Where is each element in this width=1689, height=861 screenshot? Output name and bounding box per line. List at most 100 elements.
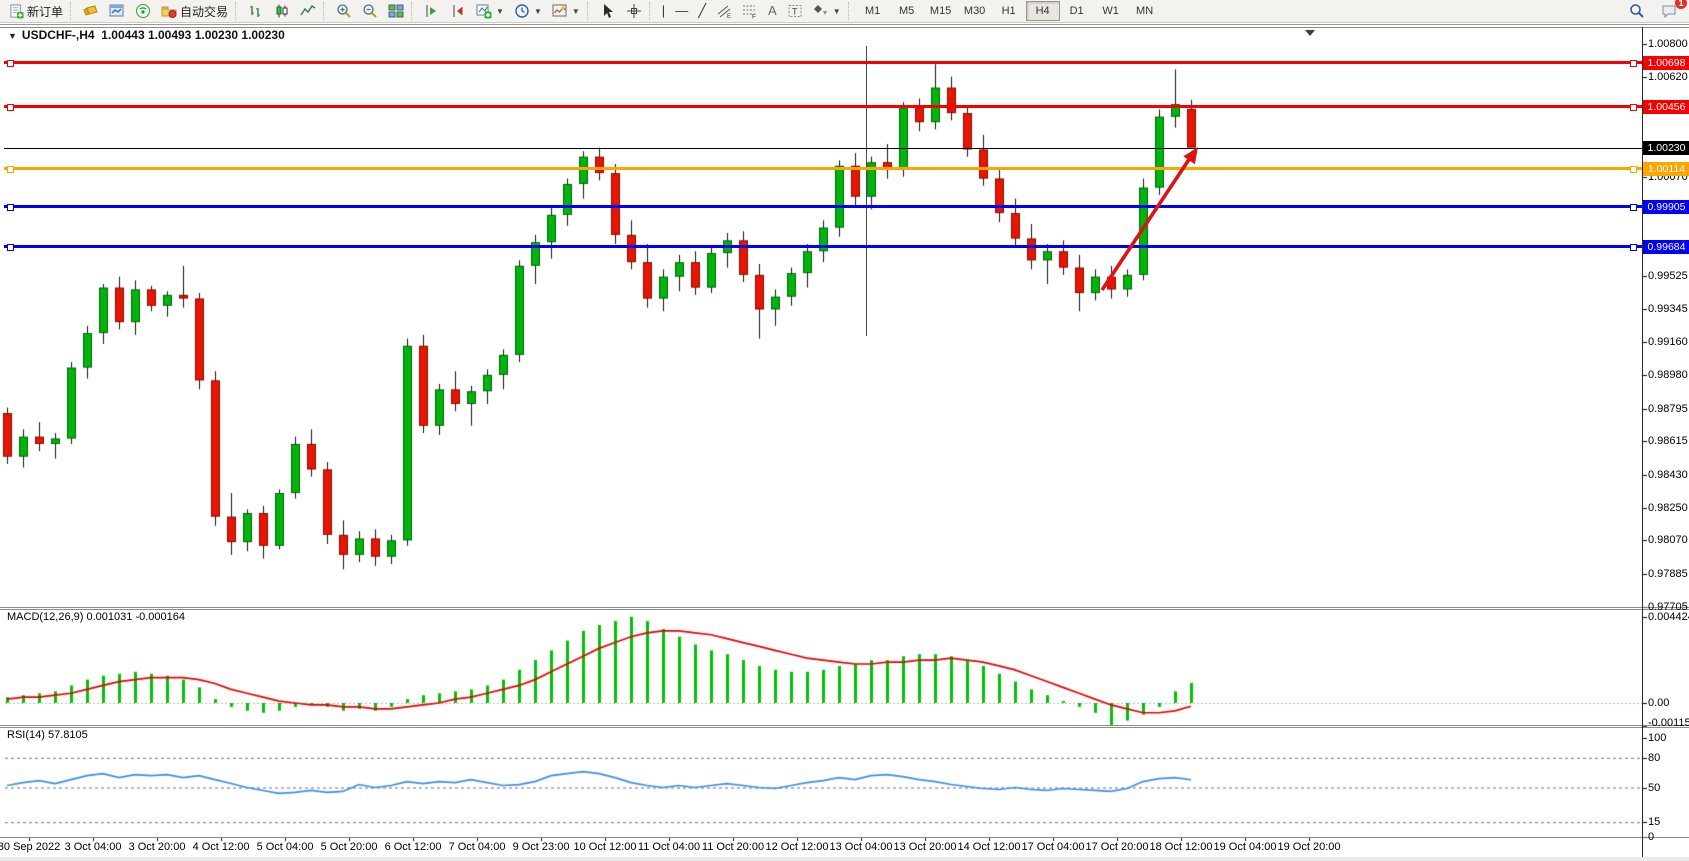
- vertical-line-button[interactable]: |: [657, 0, 670, 22]
- line-handle[interactable]: [7, 60, 14, 67]
- crosshair-button[interactable]: [621, 0, 647, 22]
- period-clock-icon: [514, 3, 530, 19]
- search-button[interactable]: [1624, 0, 1650, 22]
- time-axis-label: 19 Oct 20:00: [1278, 841, 1341, 853]
- channel-icon: E: [716, 3, 732, 19]
- toolbar-separator: [235, 2, 241, 20]
- timeframe-mn-button[interactable]: MN: [1128, 1, 1162, 21]
- time-axis-label: 30 Sep 2022: [0, 841, 60, 853]
- zoom-out-button[interactable]: [357, 0, 383, 22]
- collapse-triangle-icon[interactable]: ▼: [8, 31, 17, 41]
- cursor-button[interactable]: [595, 0, 621, 22]
- toolbar-separator: [848, 2, 854, 20]
- text-label-button[interactable]: T: [782, 0, 808, 22]
- auto-trading-button[interactable]: 自动交易: [156, 0, 233, 22]
- timeframe-d1-button[interactable]: D1: [1060, 1, 1094, 21]
- add-indicator-button[interactable]: ▼: [471, 0, 509, 22]
- price-axis-label: 0.98430: [1648, 469, 1688, 481]
- bar-chart-icon: [248, 3, 264, 19]
- horizontal-line-object[interactable]: [4, 245, 1642, 248]
- candle-chart-button[interactable]: [269, 0, 295, 22]
- toolbar-separator: [587, 2, 593, 20]
- chevron-down-icon: ▼: [572, 7, 580, 16]
- bar-chart-button[interactable]: [243, 0, 269, 22]
- time-axis-label: 11 Oct 20:00: [702, 841, 764, 853]
- time-axis-label: 10 Oct 12:00: [574, 841, 637, 853]
- rsi-pane-separator[interactable]: [0, 725, 1689, 726]
- notification-badge: 1: [1675, 0, 1687, 9]
- macd-pane-separator[interactable]: [0, 607, 1689, 608]
- price-axis-label: 1.00800: [1648, 38, 1688, 50]
- line-handle[interactable]: [1630, 104, 1637, 111]
- time-axis-label: 11 Oct 04:00: [638, 841, 700, 853]
- timeframe-m30-button[interactable]: M30: [958, 1, 992, 21]
- time-axis-border: [0, 837, 1689, 838]
- horizontal-line-object[interactable]: [4, 205, 1642, 208]
- new-order-button[interactable]: 新订单: [3, 0, 68, 22]
- line-price-badge: 0.99684: [1643, 240, 1689, 254]
- trend-line-button[interactable]: ╱: [693, 0, 711, 22]
- time-axis-label: 3 Oct 04:00: [65, 841, 122, 853]
- line-price-badge: 1.00456: [1643, 100, 1689, 114]
- line-handle[interactable]: [1630, 204, 1637, 211]
- time-axis-label: 7 Oct 04:00: [449, 841, 506, 853]
- timeframe-m5-button[interactable]: M5: [890, 1, 924, 21]
- shapes-button[interactable]: ▼: [808, 0, 846, 22]
- text-button[interactable]: A: [763, 0, 782, 22]
- time-axis-label: 14 Oct 12:00: [958, 841, 1021, 853]
- line-handle[interactable]: [1630, 244, 1637, 251]
- line-handle[interactable]: [1630, 166, 1637, 173]
- trend-arrow[interactable]: [1086, 136, 1211, 306]
- horizontal-line-object[interactable]: [4, 167, 1642, 170]
- toolbar-separator: [649, 2, 655, 20]
- rsi-axis-label: 50: [1648, 782, 1660, 794]
- gold-bar-button[interactable]: [78, 0, 104, 22]
- main-toolbar: 新订单 自动交易: [0, 0, 1689, 23]
- time-axis-label: 19 Oct 04:00: [1214, 841, 1277, 853]
- timeframe-h4-button[interactable]: H4: [1026, 1, 1060, 21]
- period-clock-button[interactable]: ▼: [509, 0, 547, 22]
- auto-trading-icon: [161, 3, 177, 19]
- search-icon: [1629, 3, 1645, 19]
- chart-window: ▼USDCHF-,H4 1.00443 1.00493 1.00230 1.00…: [0, 24, 1689, 860]
- zoom-in-button[interactable]: [331, 0, 357, 22]
- chart-canvas[interactable]: [0, 25, 1689, 857]
- notifications-button[interactable]: 1: [1656, 0, 1682, 22]
- signal-button[interactable]: [130, 0, 156, 22]
- cursor-icon: [600, 3, 616, 19]
- horizontal-line-button[interactable]: —: [670, 0, 693, 22]
- market-window-icon: [109, 3, 125, 19]
- scroll-to-end-button[interactable]: [419, 0, 445, 22]
- time-axis-label: 5 Oct 20:00: [321, 841, 378, 853]
- timeframe-w1-button[interactable]: W1: [1094, 1, 1128, 21]
- horizontal-line-object[interactable]: [4, 61, 1642, 64]
- line-handle[interactable]: [7, 104, 14, 111]
- toolbar-separator: [411, 2, 417, 20]
- tile-windows-icon: [388, 3, 404, 19]
- market-window-button[interactable]: [104, 0, 130, 22]
- fibonacci-button[interactable]: F: [737, 0, 763, 22]
- chart-shift-marker[interactable]: [1305, 30, 1315, 36]
- line-chart-button[interactable]: [295, 0, 321, 22]
- vertical-line-icon: |: [662, 3, 665, 19]
- horizontal-line-object[interactable]: [4, 105, 1642, 108]
- auto-trading-label: 自动交易: [180, 3, 228, 20]
- timeframe-m15-button[interactable]: M15: [924, 1, 958, 21]
- timeframe-m1-button[interactable]: M1: [856, 1, 890, 21]
- template-button[interactable]: ▼: [547, 0, 585, 22]
- price-axis-label: 0.98615: [1648, 435, 1688, 447]
- channel-button[interactable]: E: [711, 0, 737, 22]
- rsi-indicator-label: RSI(14) 57.8105: [7, 729, 88, 741]
- chart-shift-button[interactable]: [445, 0, 471, 22]
- vertical-line-object[interactable]: [866, 46, 867, 336]
- toolbar-separator: [70, 2, 76, 20]
- line-handle[interactable]: [1630, 60, 1637, 67]
- timeframe-h1-button[interactable]: H1: [992, 1, 1026, 21]
- template-icon: [552, 3, 568, 19]
- chevron-down-icon: ▼: [534, 7, 542, 16]
- line-handle[interactable]: [7, 244, 14, 251]
- time-axis-label: 17 Oct 20:00: [1086, 841, 1149, 853]
- line-handle[interactable]: [7, 204, 14, 211]
- line-handle[interactable]: [7, 166, 14, 173]
- tile-windows-button[interactable]: [383, 0, 409, 22]
